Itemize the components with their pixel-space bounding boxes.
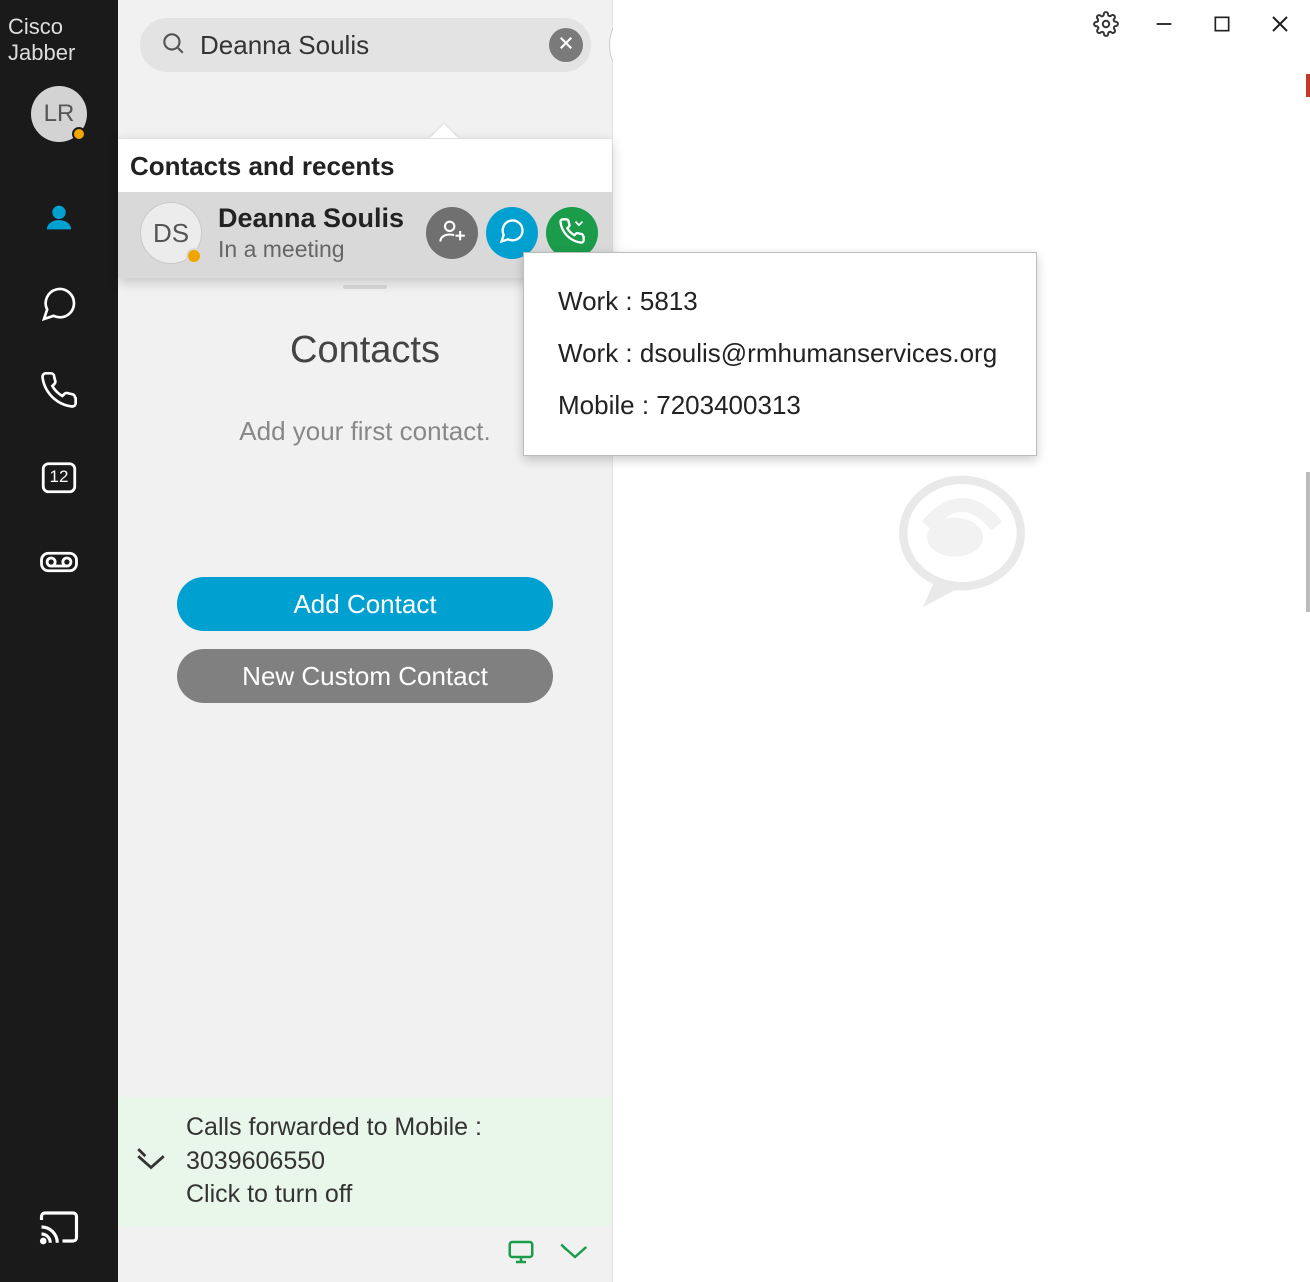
search-row bbox=[118, 0, 612, 90]
computer-audio-icon[interactable] bbox=[506, 1237, 536, 1272]
close-icon bbox=[1268, 12, 1292, 41]
nav-calendar[interactable]: 12 bbox=[34, 453, 84, 503]
result-status: In a meeting bbox=[218, 236, 410, 263]
gear-icon bbox=[1093, 11, 1119, 42]
jabber-watermark-icon bbox=[892, 470, 1032, 610]
search-field[interactable] bbox=[140, 18, 591, 72]
avatar-initials: LR bbox=[44, 100, 75, 128]
forward-status-icon[interactable] bbox=[560, 1237, 590, 1272]
nav-calls[interactable] bbox=[34, 367, 84, 417]
panel-footer bbox=[118, 1226, 612, 1282]
contacts-icon bbox=[42, 201, 76, 240]
search-icon bbox=[160, 30, 186, 61]
app-title: Cisco Jabber bbox=[0, 0, 118, 86]
close-icon bbox=[557, 34, 575, 57]
result-add-contact-button[interactable] bbox=[426, 207, 478, 259]
nav-contacts[interactable] bbox=[34, 195, 84, 245]
clear-search-button[interactable] bbox=[549, 28, 583, 62]
edge-indicator bbox=[1306, 74, 1310, 97]
nav-cast[interactable] bbox=[34, 1204, 84, 1254]
sidebar: Cisco Jabber LR 12 bbox=[0, 0, 118, 1282]
result-name: Deanna Soulis bbox=[218, 203, 410, 234]
phone-icon bbox=[558, 217, 586, 250]
chat-icon bbox=[498, 217, 526, 250]
contacts-hint: Add your first contact. bbox=[239, 416, 490, 447]
contacts-title: Contacts bbox=[290, 329, 440, 372]
calendar-icon: 12 bbox=[38, 455, 80, 502]
cast-icon bbox=[38, 1206, 80, 1253]
calendar-date: 12 bbox=[38, 467, 80, 487]
voicemail-icon bbox=[38, 541, 80, 588]
result-avatar: DS bbox=[140, 202, 202, 264]
presence-indicator bbox=[72, 127, 86, 141]
contact-details-popover: Work : 5813 Work : dsoulis@rmhumanservic… bbox=[523, 252, 1037, 456]
forward-line-2: Click to turn off bbox=[186, 1178, 596, 1212]
popover-line-3: Mobile : 7203400313 bbox=[558, 379, 1008, 431]
close-window-button[interactable] bbox=[1264, 10, 1296, 42]
panel: Contacts and recents DS Deanna Soulis In… bbox=[118, 0, 613, 1282]
popover-line-1: Work : 5813 bbox=[558, 275, 1008, 327]
settings-button[interactable] bbox=[1090, 10, 1122, 42]
chat-icon bbox=[39, 284, 79, 329]
add-contact-icon bbox=[438, 217, 466, 250]
edge-indicator bbox=[1306, 472, 1310, 612]
new-custom-contact-button[interactable]: New Custom Contact bbox=[177, 649, 553, 703]
window-controls bbox=[1090, 10, 1296, 42]
user-avatar[interactable]: LR bbox=[31, 86, 87, 142]
nav-voicemail[interactable] bbox=[34, 539, 84, 589]
forward-arrow-icon bbox=[134, 1142, 168, 1181]
add-contact-button[interactable]: Add Contact bbox=[177, 577, 553, 631]
forward-line-1: Calls forwarded to Mobile : 3039606550 bbox=[186, 1111, 596, 1179]
maximize-button[interactable] bbox=[1206, 10, 1238, 42]
content-area: Work : 5813 Work : dsoulis@rmhumanservic… bbox=[613, 0, 1310, 1282]
dropdown-header: Contacts and recents bbox=[118, 139, 612, 192]
minimize-button[interactable] bbox=[1148, 10, 1180, 42]
nav-chat[interactable] bbox=[34, 281, 84, 331]
popover-line-2: Work : dsoulis@rmhumanservices.org bbox=[558, 327, 1008, 379]
phone-icon bbox=[39, 370, 79, 415]
search-input[interactable] bbox=[200, 30, 535, 61]
result-presence bbox=[186, 248, 202, 264]
dropdown-pointer bbox=[430, 124, 458, 138]
minimize-icon bbox=[1153, 13, 1175, 40]
call-forward-banner[interactable]: Calls forwarded to Mobile : 3039606550 C… bbox=[118, 1097, 612, 1226]
result-avatar-initials: DS bbox=[153, 218, 189, 249]
maximize-icon bbox=[1212, 14, 1232, 39]
